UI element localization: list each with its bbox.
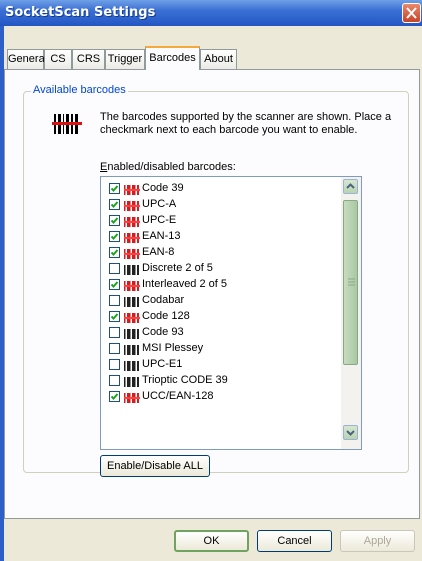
barcode-label: Code 39 — [142, 182, 184, 194]
tab-label: Trigger — [107, 53, 143, 65]
chevron-up-icon — [346, 183, 355, 189]
barcode-label: UPC-A — [142, 198, 177, 210]
barcode-enabled-icon — [124, 201, 140, 211]
barcode-disabled-icon — [124, 329, 139, 339]
barcode-enabled-icon — [124, 393, 140, 403]
barcode-label: UPC-E — [142, 214, 177, 226]
tab-crs[interactable]: CRS — [72, 49, 105, 69]
barcode-enabled-icon — [124, 233, 140, 243]
button-label: Apply — [363, 535, 392, 547]
barcode-enabled-icon — [124, 313, 140, 323]
checkmark-icon — [110, 393, 119, 400]
barcode-enabled-icon — [124, 281, 140, 291]
barcode-checkbox[interactable] — [109, 359, 120, 370]
window-title: SocketScan Settings — [5, 5, 156, 20]
apply-button[interactable]: Apply — [340, 530, 415, 552]
barcode-label: EAN-13 — [142, 230, 181, 242]
barcode-label: Trioptic CODE 39 — [142, 374, 228, 386]
tab-barcodes[interactable]: Barcodes — [145, 46, 200, 70]
barcode-checkbox[interactable] — [109, 279, 120, 290]
button-label: OK — [203, 535, 220, 547]
barcode-label: UPC-E1 — [142, 358, 183, 370]
barcode-checkbox[interactable] — [109, 327, 120, 338]
scroll-down-button[interactable] — [343, 425, 358, 440]
barcode-label: Discrete 2 of 5 — [142, 262, 213, 274]
cancel-button[interactable]: Cancel — [257, 530, 332, 552]
barcode-checkbox[interactable] — [109, 183, 120, 194]
barcode-checkbox[interactable] — [109, 375, 120, 386]
grip-icon — [348, 278, 355, 286]
barcode-checkbox[interactable] — [109, 295, 120, 306]
barcode-enabled-icon — [124, 249, 140, 259]
tab-label: CS — [50, 53, 66, 65]
scroll-up-button[interactable] — [343, 179, 358, 194]
barcode-enabled-icon — [124, 185, 140, 195]
scroll-thumb[interactable] — [343, 200, 358, 365]
barcode-label: Code 93 — [142, 326, 184, 338]
barcode-checkbox[interactable] — [109, 263, 120, 274]
tab-about[interactable]: About — [200, 49, 237, 69]
barcode-disabled-icon — [124, 297, 139, 307]
barcode-label: EAN-8 — [142, 246, 175, 258]
tab-general[interactable]: General — [7, 49, 48, 69]
list-label: Enabled/disabled barcodes: — [100, 161, 236, 173]
chevron-down-icon — [346, 430, 355, 436]
checkmark-icon — [110, 201, 119, 208]
barcode-label: UCC/EAN-128 — [142, 390, 214, 402]
tab-label: About — [204, 53, 233, 65]
barcode-disabled-icon — [124, 361, 139, 371]
checkmark-icon — [110, 313, 119, 320]
checkmark-icon — [110, 249, 119, 256]
checkmark-icon — [110, 185, 119, 192]
close-button[interactable] — [402, 3, 421, 23]
barcode-checkbox[interactable] — [109, 343, 120, 354]
barcode-checkbox[interactable] — [109, 391, 120, 402]
close-icon — [406, 7, 417, 19]
button-label: Cancel — [277, 535, 312, 547]
barcode-disabled-icon — [124, 345, 139, 355]
tab-trigger[interactable]: Trigger — [105, 49, 145, 69]
tab-label: CRS — [76, 53, 101, 65]
barcode-scanner-icon — [52, 114, 82, 134]
barcode-label: MSI Plessey — [142, 342, 204, 354]
checkmark-icon — [110, 233, 119, 240]
barcode-label: Codabar — [142, 294, 185, 306]
tab-label: General — [8, 53, 48, 65]
barcode-checkbox[interactable] — [109, 247, 120, 258]
barcode-label: Code 128 — [142, 310, 190, 322]
checkmark-icon — [110, 217, 119, 224]
barcode-checkbox[interactable] — [109, 199, 120, 210]
checkmark-icon — [110, 281, 119, 288]
barcode-label: Interleaved 2 of 5 — [142, 278, 228, 290]
barcode-checkbox[interactable] — [109, 215, 120, 226]
barcode-list[interactable]: Code 39 UPC-A UPC-E EAN-13 EAN-8 Discrete 2 o… — [100, 176, 362, 450]
barcode-checkbox[interactable] — [109, 311, 120, 322]
description-text: The barcodes supported by the scanner ar… — [100, 111, 392, 136]
tab-cs[interactable]: CS — [44, 49, 72, 69]
vertical-scrollbar[interactable] — [341, 177, 361, 449]
group-label: Available barcodes — [31, 84, 128, 96]
ok-button[interactable]: OK — [174, 530, 249, 552]
barcode-checkbox[interactable] — [109, 231, 120, 242]
enable-disable-all-button[interactable]: Enable/Disable ALL — [100, 455, 210, 477]
title-bar[interactable]: SocketScan Settings — [0, 0, 422, 26]
tab-label: Barcodes — [149, 52, 196, 64]
button-label: Enable/Disable ALL — [106, 460, 203, 472]
settings-window: SocketScan Settings General CS CRS Trigg… — [0, 0, 422, 561]
barcode-enabled-icon — [124, 217, 140, 227]
barcode-disabled-icon — [124, 265, 139, 275]
barcode-disabled-icon — [124, 377, 139, 387]
